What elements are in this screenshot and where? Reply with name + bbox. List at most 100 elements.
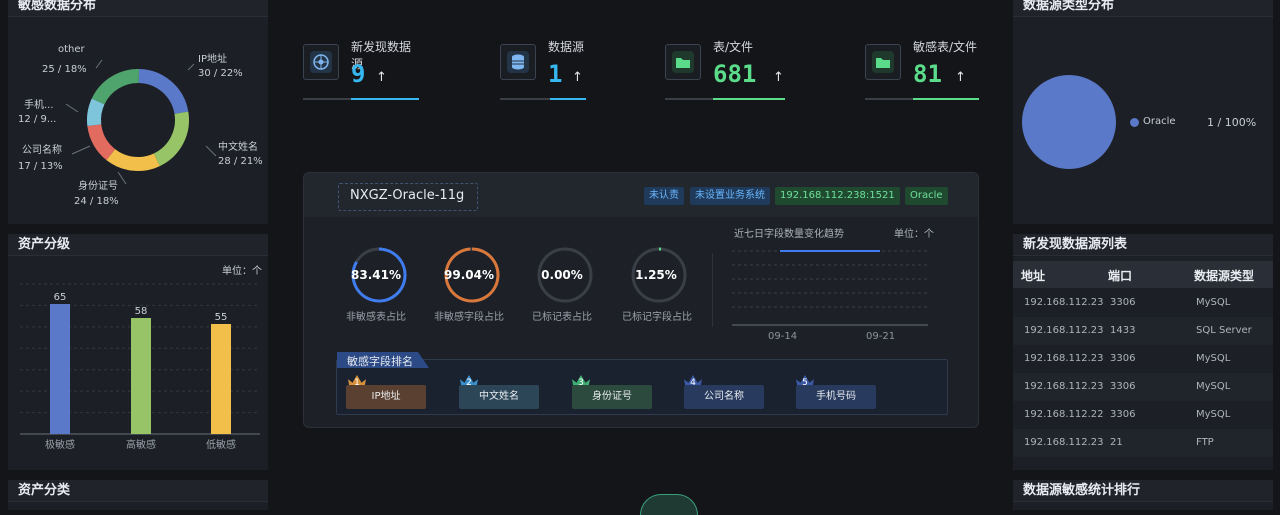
table-row[interactable]: 192.168.112.23 3306 MySQL xyxy=(1013,373,1273,401)
category-label: 极敏感 xyxy=(45,438,75,451)
cell-type: MySQL xyxy=(1196,381,1230,392)
kpi-underline xyxy=(665,98,785,100)
panel-title: 新发现数据源列表 xyxy=(1013,234,1273,256)
kpi-value: 681 xyxy=(713,60,756,88)
donut-slice xyxy=(139,76,182,113)
category-label: 高敏感 xyxy=(126,438,156,451)
cell-address: 192.168.112.23 xyxy=(1024,353,1104,364)
up-arrow-icon: ↑ xyxy=(773,70,784,85)
table-row[interactable]: 192.168.112.23 21 FTP xyxy=(1013,429,1273,457)
rank-item[interactable]: IP地址 xyxy=(346,385,426,409)
up-arrow-icon: ↑ xyxy=(955,70,966,85)
cell-type: MySQL xyxy=(1196,409,1230,420)
rank-item[interactable]: 公司名称 xyxy=(684,385,764,409)
trend-x-label: 09-14 xyxy=(768,331,797,342)
gauge-value: 83.41% xyxy=(348,268,404,282)
donut-slice xyxy=(157,113,182,160)
kpi-label: 表/文件 xyxy=(713,38,753,55)
rank-item[interactable]: 手机号码 xyxy=(796,385,876,409)
leader-line xyxy=(206,146,216,156)
label-company: 公司名称 xyxy=(22,141,62,156)
table-header: 地址 端口 数据源类型 xyxy=(1013,261,1273,288)
cell-port: 3306 xyxy=(1110,297,1135,308)
bar-label: 65 xyxy=(54,292,67,303)
radar-icon xyxy=(303,44,339,80)
gauge-value: 1.25% xyxy=(628,268,684,282)
gauge-label: 已标记字段占比 xyxy=(614,308,700,323)
trend-title: 近七日字段数量变化趋势 xyxy=(734,225,844,240)
db-name-box[interactable]: NXGZ-Oracle-11g xyxy=(338,183,478,211)
tag-unassigned[interactable]: 未认责 xyxy=(644,187,684,205)
up-arrow-icon: ↑ xyxy=(572,70,583,85)
trend-x-label: 09-21 xyxy=(866,331,895,342)
donut-slice xyxy=(98,76,139,101)
bar-chart: 65极敏感58高敏感55低敏感 xyxy=(8,274,268,464)
kpi-tables[interactable]: 表/文件 681 ↑ xyxy=(665,36,785,102)
legend-name: Oracle xyxy=(1143,116,1176,127)
rank-title: 敏感字段排名 xyxy=(347,353,413,369)
tag-no-business-system[interactable]: 未设置业务系统 xyxy=(690,187,770,205)
cell-type: FTP xyxy=(1196,437,1214,448)
label-idcard: 身份证号 xyxy=(78,177,118,192)
gauge-label: 非敏感表占比 xyxy=(336,308,416,323)
kpi-value: 1 xyxy=(548,60,562,88)
asset-grade-panel: 资产分级 单位：个 65极敏感58高敏感55低敏感 xyxy=(8,234,268,470)
db-name: NXGZ-Oracle-11g xyxy=(350,188,464,203)
label-other: other xyxy=(58,44,85,55)
label-ip: IP地址 xyxy=(198,50,227,65)
cell-address: 192.168.112.23 xyxy=(1024,297,1104,308)
kpi-label: 敏感表/文件 xyxy=(913,38,977,55)
category-label: 低敏感 xyxy=(206,438,236,451)
kpi-sensitive-tables[interactable]: 敏感表/文件 81 ↑ xyxy=(865,36,979,102)
cell-address: 192.168.112.23 xyxy=(1024,325,1104,336)
panel-title: 敏感数据分布 xyxy=(8,0,268,17)
cell-type: MySQL xyxy=(1196,297,1230,308)
sensitive-data-panel: 敏感数据分布 other 25 / 18% IP地址 30 / 22% 手机..… xyxy=(8,0,268,224)
kpi-underline xyxy=(303,98,419,100)
sensitivity-ranking-panel: 数据源敏感统计排行 xyxy=(1013,480,1273,510)
folder-icon xyxy=(865,44,901,80)
rank-item[interactable]: 身份证号 xyxy=(572,385,652,409)
datasource-type-panel: 数据源类型分布 Oracle 1 / 100% xyxy=(1013,0,1273,224)
table-row[interactable]: 192.168.112.22 3306 MySQL xyxy=(1013,401,1273,429)
kpi-data-sources[interactable]: 数据源 1 ↑ xyxy=(500,36,586,102)
type-pie-chart xyxy=(1021,72,1121,172)
gauge-label: 非敏感字段占比 xyxy=(426,308,512,323)
leader-line xyxy=(96,60,102,68)
trend-chart xyxy=(732,243,932,329)
kpi-new-sources[interactable]: 新发现数据源 9 ↑ xyxy=(303,36,419,102)
leader-line xyxy=(118,172,126,184)
kpi-value: 81 xyxy=(913,60,942,88)
value-phone: 12 / 9... xyxy=(18,114,56,125)
cell-port: 1433 xyxy=(1110,325,1135,336)
tag-db-type[interactable]: Oracle xyxy=(905,187,948,205)
tag-address[interactable]: 192.168.112.238:1521 xyxy=(775,187,900,205)
legend-value: 1 / 100% xyxy=(1207,116,1256,129)
value-other: 25 / 18% xyxy=(42,64,87,75)
leader-line xyxy=(66,104,78,112)
datasource-card: NXGZ-Oracle-11g 未认责 未设置业务系统 192.168.112.… xyxy=(303,172,979,428)
gauge-value: 99.04% xyxy=(441,268,497,282)
bar-label: 58 xyxy=(135,306,148,317)
bar xyxy=(131,318,151,434)
bar xyxy=(50,304,70,434)
gauge-label: 已标记表占比 xyxy=(522,308,602,323)
divider xyxy=(712,253,713,327)
up-arrow-icon: ↑ xyxy=(376,70,387,85)
value-name: 28 / 21% xyxy=(218,156,263,167)
table-row[interactable]: 192.168.112.23 3306 MySQL xyxy=(1013,345,1273,373)
panel-title: 数据源敏感统计排行 xyxy=(1013,480,1273,502)
rank-item[interactable]: 中文姓名 xyxy=(459,385,539,409)
col-header: 数据源类型 xyxy=(1194,267,1254,284)
trend-unit: 单位：个 xyxy=(894,225,934,240)
cell-type: MySQL xyxy=(1196,353,1230,364)
panel-title: 资产分类 xyxy=(8,480,268,502)
cell-port: 3306 xyxy=(1110,353,1135,364)
kpi-value: 9 xyxy=(351,60,365,88)
label-phone: 手机... xyxy=(24,96,54,111)
pie-slice xyxy=(1022,75,1116,169)
value-ip: 30 / 22% xyxy=(198,68,243,79)
table-row[interactable]: 192.168.112.23 3306 MySQL xyxy=(1013,289,1273,317)
cell-address: 192.168.112.23 xyxy=(1024,381,1104,392)
table-row[interactable]: 192.168.112.23 1433 SQL Server xyxy=(1013,317,1273,345)
